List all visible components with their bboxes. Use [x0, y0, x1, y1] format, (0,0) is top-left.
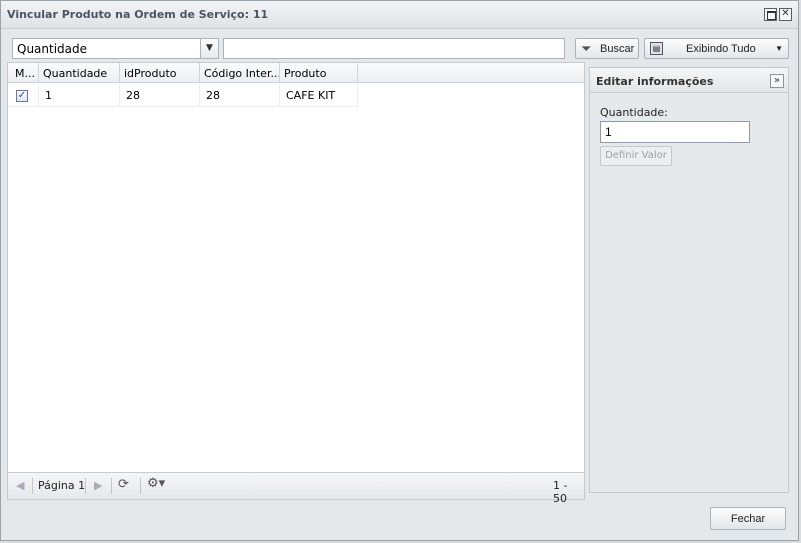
view-filter-button[interactable]: ▤ Exibindo Tudo ▼ — [644, 38, 789, 59]
set-value-button[interactable]: Definir Valor — [600, 146, 672, 166]
row-checkbox-cell[interactable]: ✓ — [8, 84, 39, 107]
edit-panel-title: Editar informações — [596, 75, 714, 88]
cell-idproduto[interactable]: 28 — [120, 84, 200, 107]
column-header-codigo[interactable]: Código Inter... — [200, 63, 280, 83]
edit-panel: Editar informações » Quantidade: Definir… — [589, 67, 789, 493]
close-button[interactable]: Fechar — [710, 507, 786, 530]
view-filter-label: Exibindo Tudo — [686, 43, 756, 55]
search-input[interactable] — [223, 38, 565, 59]
search-button[interactable]: ⏷ Buscar — [575, 38, 639, 59]
page-range: 1 - 50 — [553, 479, 568, 505]
divider — [111, 478, 112, 494]
collapse-icon[interactable]: » — [770, 74, 784, 88]
maximize-button[interactable] — [764, 8, 777, 21]
column-header-mark[interactable]: M... — [8, 63, 39, 83]
pagination-bar: ◀ Página 1 ▶ ⟳ ⚙▾ 1 - 50 — [8, 472, 584, 505]
column-header-produto[interactable]: Produto — [280, 63, 358, 83]
next-page-icon[interactable]: ▶ — [94, 479, 102, 492]
divider — [140, 478, 141, 494]
divider — [32, 478, 33, 494]
cell-quantidade[interactable]: 1 — [39, 84, 120, 107]
cell-produto[interactable]: CAFE KIT — [280, 84, 358, 107]
page-label: Página 1 — [38, 479, 86, 492]
chevron-down-icon[interactable]: ▼ — [200, 39, 218, 58]
column-header-quantidade[interactable]: Quantidade — [39, 63, 120, 83]
toolbar: Quantidade ▼ ⏷ Buscar ▤ Exibindo Tudo ▼ — [7, 35, 790, 61]
search-button-label: Buscar — [600, 43, 635, 55]
field-select-value: Quantidade — [17, 42, 88, 56]
field-select[interactable]: Quantidade ▼ — [12, 38, 219, 59]
dialog-window: Vincular Produto na Ordem de Serviço: 11… — [0, 0, 799, 541]
products-grid: M... Quantidade idProduto Código Inter..… — [7, 62, 585, 505]
cell-codigo[interactable]: 28 — [200, 84, 280, 107]
edit-panel-header: Editar informações » — [590, 68, 788, 93]
column-header-idproduto[interactable]: idProduto — [120, 63, 200, 83]
prev-page-icon[interactable]: ◀ — [16, 479, 24, 492]
caret-down-icon: ▼ — [775, 44, 783, 53]
dialog-title: Vincular Produto na Ordem de Serviço: 11 — [7, 8, 269, 21]
grid-header: M... Quantidade idProduto Código Inter..… — [8, 63, 584, 83]
view-icon: ▤ — [650, 42, 663, 55]
quantity-field[interactable] — [600, 121, 750, 143]
refresh-icon[interactable]: ⟳ — [118, 477, 129, 492]
row-checkbox[interactable]: ✓ — [16, 90, 28, 102]
close-icon[interactable]: ✕ — [779, 8, 792, 21]
gear-icon[interactable]: ⚙▾ — [147, 476, 165, 491]
table-row[interactable]: ✓ 1 28 28 CAFE KIT — [8, 84, 358, 107]
filter-icon: ⏷ — [581, 41, 592, 56]
divider — [85, 478, 86, 494]
title-bar[interactable]: Vincular Produto na Ordem de Serviço: 11… — [1, 1, 798, 29]
quantity-label: Quantidade: — [600, 106, 668, 119]
